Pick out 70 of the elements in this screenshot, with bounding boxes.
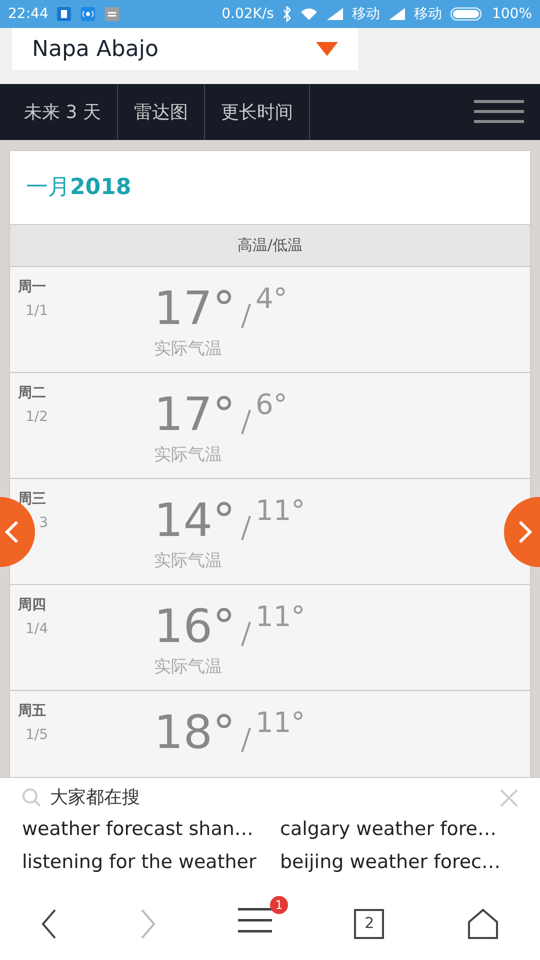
slash-icon bbox=[240, 515, 252, 541]
bluetooth-icon bbox=[282, 6, 292, 22]
clock-text: 22:44 bbox=[8, 4, 48, 24]
weekday-text: 周一 bbox=[18, 278, 46, 297]
message-icon bbox=[104, 6, 120, 22]
slash-icon bbox=[240, 303, 252, 329]
weekday-text: 周二 bbox=[18, 384, 46, 403]
battery-text: 100% bbox=[492, 4, 532, 24]
high-temperature: 14° bbox=[154, 497, 236, 543]
low-temperature: 11° bbox=[256, 709, 306, 737]
suggestions-title: 大家都在搜 bbox=[50, 786, 140, 810]
caret-icon bbox=[316, 41, 338, 57]
location-text: Napa Abajo bbox=[32, 36, 158, 64]
slash-icon bbox=[240, 621, 252, 647]
column-header: 高温/低温 bbox=[10, 224, 530, 266]
speed-text: 0.02K/s bbox=[222, 4, 274, 24]
suggestion-link[interactable]: calgary weather fore… bbox=[280, 815, 496, 844]
date-text: 1/2 bbox=[25, 409, 48, 425]
carrier-text: 移动 bbox=[414, 4, 442, 24]
menu-button[interactable] bbox=[238, 906, 272, 934]
nav-tab[interactable]: 雷达图 bbox=[118, 84, 205, 140]
chevron-left-icon bbox=[5, 520, 19, 544]
chevron-right-icon bbox=[518, 520, 532, 544]
low-temperature: 4° bbox=[256, 285, 288, 313]
date-text: 1/4 bbox=[25, 621, 48, 637]
month-title: 一月 2018 bbox=[10, 151, 530, 224]
location-dropdown[interactable]: Napa Abajo bbox=[12, 28, 358, 70]
weekday-text: 周五 bbox=[18, 702, 46, 721]
suggestion-link[interactable]: beijing weather forec… bbox=[280, 848, 500, 876]
low-temperature: 6° bbox=[256, 391, 288, 419]
search-icon bbox=[22, 788, 42, 808]
home-button[interactable] bbox=[466, 908, 499, 940]
menu-icon bbox=[238, 906, 272, 934]
suggestion-link[interactable]: weather forecast shan… bbox=[22, 815, 254, 844]
menu-icon bbox=[474, 99, 524, 125]
signal-icon bbox=[388, 7, 406, 21]
suggestion-link[interactable]: listening for the weather bbox=[22, 848, 256, 876]
slash-icon bbox=[240, 409, 252, 435]
signal-icon bbox=[326, 7, 344, 21]
note-text: 实际气温 bbox=[154, 338, 223, 361]
note-text: 实际气温 bbox=[154, 656, 223, 679]
hotspot-icon bbox=[80, 6, 96, 22]
nav-tab[interactable]: 更长时间 bbox=[204, 84, 310, 140]
date-text: 1/1 bbox=[25, 303, 48, 319]
date-text: 3 bbox=[39, 515, 48, 531]
menu-button[interactable] bbox=[474, 99, 524, 125]
note-text: 实际气温 bbox=[154, 550, 223, 573]
weekday-text: 周四 bbox=[18, 596, 46, 615]
forward-icon bbox=[140, 908, 156, 938]
close-icon bbox=[500, 788, 518, 806]
high-temperature: 18° bbox=[154, 709, 236, 755]
high-temperature: 17° bbox=[154, 285, 236, 331]
slash-icon bbox=[240, 727, 252, 753]
carrier-text: 移动 bbox=[352, 4, 380, 24]
tabs-button[interactable]: 2 bbox=[354, 908, 384, 938]
low-temperature: 11° bbox=[256, 603, 306, 631]
notification-badge: 1 bbox=[270, 896, 288, 914]
weekday-text: 周三 bbox=[18, 490, 46, 509]
back-button[interactable] bbox=[41, 908, 58, 938]
notification-icon bbox=[56, 6, 72, 22]
nav-tab[interactable]: 未来 3 天 bbox=[0, 84, 118, 140]
high-temperature: 17° bbox=[154, 391, 236, 437]
back-icon bbox=[41, 908, 58, 938]
home-icon bbox=[466, 908, 499, 940]
high-temperature: 16° bbox=[154, 603, 236, 649]
note-text: 实际气温 bbox=[154, 444, 223, 467]
battery-icon bbox=[450, 7, 484, 21]
low-temperature: 11° bbox=[256, 497, 306, 525]
date-text: 1/5 bbox=[25, 727, 48, 743]
wifi-icon bbox=[300, 7, 318, 21]
